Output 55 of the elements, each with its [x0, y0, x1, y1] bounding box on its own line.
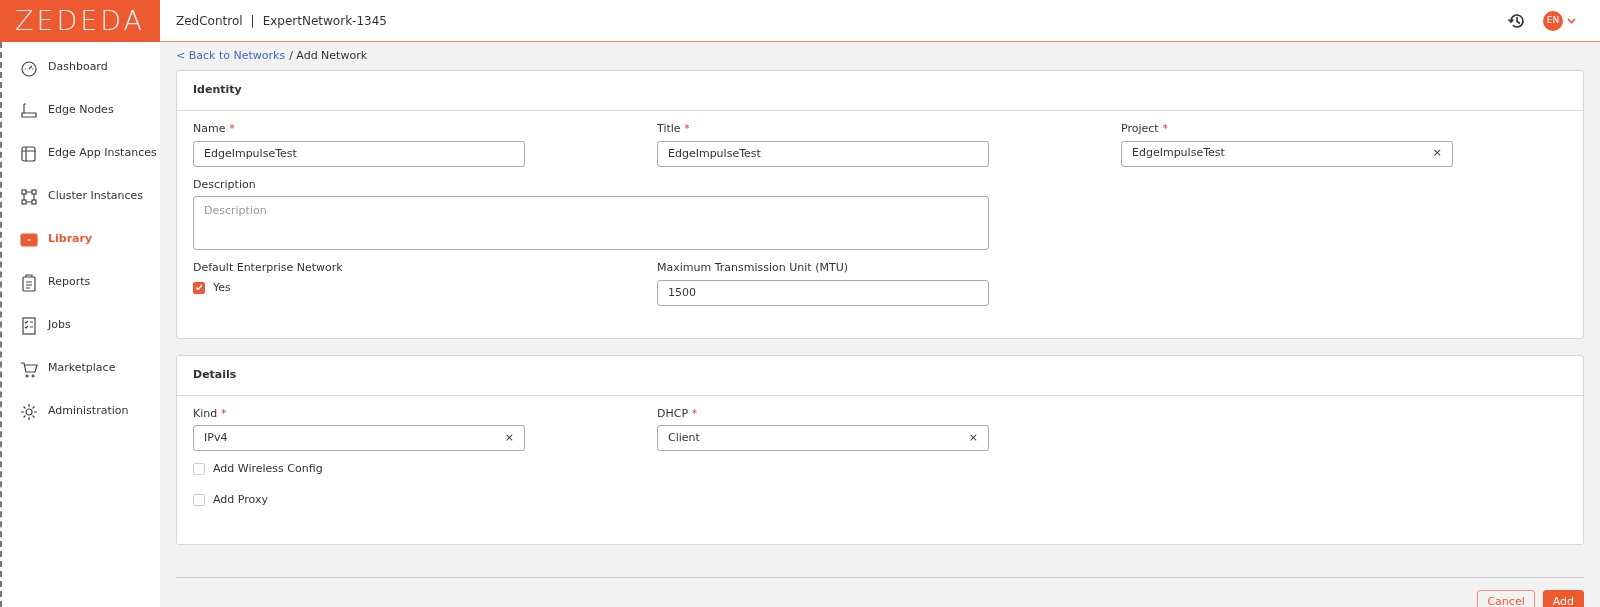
clipboard-icon — [20, 273, 38, 292]
section-title: Identity — [177, 71, 1583, 111]
clear-icon[interactable]: × — [504, 429, 514, 447]
checklist-icon — [20, 316, 38, 335]
description-field[interactable]: Description — [193, 196, 989, 250]
sidebar-item[interactable]: Marketplace — [2, 347, 160, 390]
checkbox[interactable] — [193, 463, 205, 476]
cluster-icon — [20, 187, 38, 206]
checkbox-label: Add Wireless Config — [213, 461, 323, 477]
required-marker: * — [692, 406, 698, 421]
text-field[interactable]: EdgeImpulseTest — [657, 140, 989, 167]
logo: ZEDEDA — [0, 0, 160, 42]
clear-icon[interactable]: × — [968, 429, 978, 447]
router-icon — [20, 101, 38, 120]
sidebar-item[interactable]: Administration — [2, 390, 160, 433]
breadcrumb-current: / Add Network — [289, 47, 368, 64]
sidebar-item[interactable]: Reports — [2, 261, 160, 304]
network-name: ExpertNetwork-1345 — [262, 12, 387, 30]
sidebar-item[interactable]: Edge Nodes — [2, 89, 160, 132]
select-field[interactable]: EdgeImpulseTest × — [1121, 140, 1453, 167]
toolbox-icon — [20, 230, 38, 249]
required-marker: * — [1162, 122, 1168, 136]
field-label: Name — [193, 121, 226, 137]
section-title: Details — [177, 355, 1583, 396]
window-icon — [20, 144, 38, 163]
app-name: ZedControl — [176, 12, 243, 30]
field-label: Project — [1121, 121, 1159, 137]
text-field[interactable]: 1500 — [657, 279, 989, 306]
back-link[interactable]: < Back to Networks — [176, 47, 286, 65]
field-label: DHCP — [657, 405, 689, 422]
sidebar-item[interactable]: Edge App Instances — [2, 132, 160, 175]
caret-icon[interactable] — [1567, 17, 1576, 24]
required-marker: * — [229, 122, 235, 136]
cart-icon — [20, 359, 38, 378]
field-label: Default Enterprise Network — [193, 260, 343, 276]
sidebar-item[interactable]: Cluster Instances — [2, 175, 160, 218]
field-label: Description — [193, 176, 256, 193]
select-field[interactable]: IPv4 × — [193, 425, 525, 451]
sidebar-item[interactable]: Dashboard — [2, 46, 160, 89]
header-separator: | — [250, 12, 255, 30]
checkbox-label: Add Proxy — [213, 491, 268, 508]
required-marker: * — [221, 406, 227, 421]
sidebar-item[interactable]: Jobs — [2, 304, 160, 347]
text-field[interactable]: EdgeImpulseTest — [193, 140, 525, 167]
required-marker: * — [684, 122, 690, 136]
select-field[interactable]: Client × — [657, 425, 989, 451]
field-label: Maximum Transmission Unit (MTU) — [657, 260, 848, 276]
checkbox[interactable] — [193, 281, 205, 294]
clear-icon[interactable]: × — [1432, 145, 1442, 162]
gear-icon — [20, 402, 38, 421]
checkbox-label: Yes — [213, 279, 231, 296]
checkbox[interactable] — [193, 493, 205, 506]
gauge-icon — [20, 58, 38, 77]
field-label: Kind — [193, 405, 218, 422]
field-label: Title — [657, 121, 681, 137]
